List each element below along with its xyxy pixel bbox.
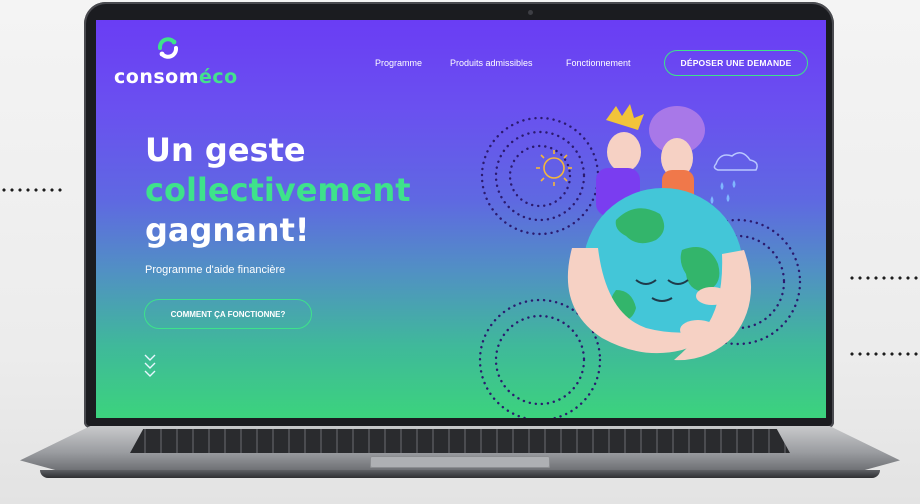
webcam-icon <box>528 10 533 15</box>
nav-item-programme[interactable]: Programme <box>375 58 422 68</box>
hero-headline: Un geste collectivement gagnant! <box>145 130 411 250</box>
comment-ca-fonctionne-button[interactable]: COMMENT ÇA FONCTIONNE? <box>144 299 312 329</box>
decorative-dots-left <box>0 188 64 192</box>
nav-item-produits-admissibles[interactable]: Produits admissibles <box>450 58 533 68</box>
laptop-base-edge <box>40 470 880 478</box>
hero-subtitle: Programme d'aide financière <box>145 264 286 276</box>
triple-chevron-down-icon[interactable] <box>143 352 157 382</box>
site-logo[interactable]: consoméco <box>114 34 244 94</box>
logo-text-main: consom <box>114 66 200 88</box>
laptop-keyboard <box>130 429 790 453</box>
nav-item-fonctionnement[interactable]: Fonctionnement <box>566 58 631 68</box>
recycle-swirl-icon <box>158 37 178 59</box>
browser-screen: consoméco Programme Produits admissibles… <box>96 20 826 418</box>
people-hugging-earth-icon <box>478 104 802 418</box>
logo-text-accent: éco <box>199 66 238 88</box>
hero-headline-line2: collectivement <box>145 171 411 209</box>
laptop-trackpad <box>370 456 550 468</box>
decorative-dots-right-top <box>848 276 920 280</box>
logo-wordmark: consoméco <box>114 66 238 88</box>
decorative-dots-right-bottom <box>848 352 920 356</box>
hero-headline-line3: gagnant! <box>145 211 310 249</box>
hero-headline-line1: Un geste <box>145 131 306 169</box>
deposer-demande-button[interactable]: DÉPOSER UNE DEMANDE <box>664 50 808 76</box>
